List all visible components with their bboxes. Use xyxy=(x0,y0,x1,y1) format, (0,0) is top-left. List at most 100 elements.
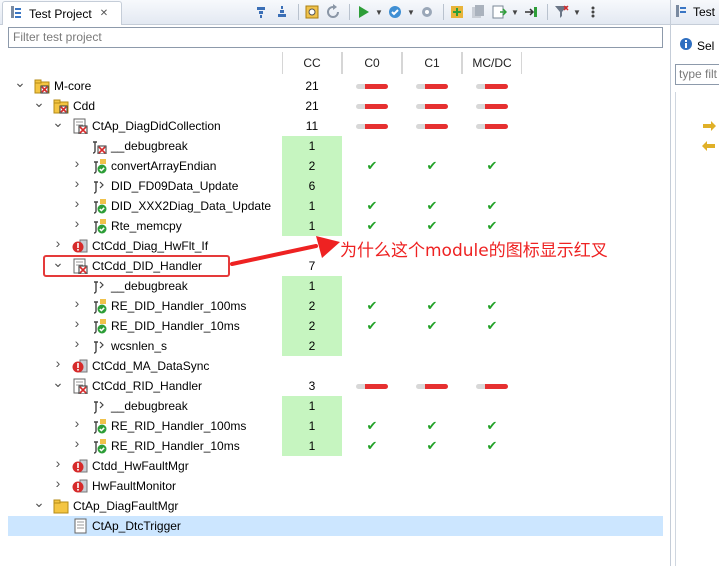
view-toolbar: ▼ ▼ ▼ ▼ xyxy=(252,3,605,21)
check-icon: ✔ xyxy=(486,318,498,333)
select-row[interactable]: Sel xyxy=(679,37,714,54)
coverage-bar xyxy=(416,83,448,89)
coverage-cell: ✔ xyxy=(402,416,462,436)
coverage-cell: ✔ xyxy=(402,216,462,236)
tree-row[interactable]: › DID_FD09Data_Update 6 xyxy=(8,176,663,196)
tree-row[interactable]: › RE_RID_Handler_100ms 1 ✔ ✔ ✔ xyxy=(8,416,663,436)
file-error-icon xyxy=(72,118,88,135)
module-error-icon xyxy=(72,458,88,474)
close-tab-icon[interactable]: ✕ xyxy=(100,8,108,19)
column-header-mcdc[interactable]: MC/DC xyxy=(462,52,522,74)
tree-row[interactable]: › CtCdd_MA_DataSync xyxy=(8,356,663,376)
collapse-all-icon[interactable] xyxy=(252,3,270,21)
coverage-icon[interactable] xyxy=(386,3,404,21)
right-tab-title: Test xyxy=(693,5,716,19)
tree-row-label: CtAp_DiagDidCollection xyxy=(92,119,221,133)
analyze-icon[interactable] xyxy=(303,3,321,21)
tree-row[interactable]: ⌄ CtAp_DiagFaultMgr xyxy=(8,495,663,516)
chevron-right-icon[interactable]: › xyxy=(71,416,83,430)
coverage-cell xyxy=(462,96,522,116)
coverage-cell: ✔ xyxy=(462,296,522,316)
tree-row[interactable]: › RE_DID_Handler_100ms 2 ✔ ✔ ✔ xyxy=(8,296,663,316)
tree-row[interactable]: ⌄ CtCdd_RID_Handler 3 xyxy=(8,375,663,396)
chevron-down-icon[interactable]: ⌄ xyxy=(14,75,26,89)
run-icon[interactable] xyxy=(354,3,372,21)
filter-icon[interactable] xyxy=(552,3,570,21)
chevron-right-icon[interactable]: › xyxy=(52,236,64,250)
refresh-icon[interactable] xyxy=(324,3,342,21)
tree-row[interactable]: ⌄ M-core 21 xyxy=(8,75,663,96)
column-header-cc[interactable]: CC xyxy=(282,52,342,74)
check-icon: ✔ xyxy=(366,418,378,433)
chevron-right-icon[interactable]: › xyxy=(52,476,64,490)
tree-row[interactable]: ⌄ CtAp_DiagDidCollection 11 xyxy=(8,115,663,136)
cc-value xyxy=(282,476,342,496)
tree-row[interactable]: › convertArrayEndian 2 ✔ ✔ ✔ xyxy=(8,156,663,176)
chevron-right-icon[interactable]: › xyxy=(71,296,83,310)
coverage-cell: ✔ xyxy=(342,436,402,456)
filter-dropdown-icon[interactable]: ▼ xyxy=(573,3,581,21)
chevron-right-icon[interactable]: › xyxy=(52,456,64,470)
coverage-dropdown-icon[interactable]: ▼ xyxy=(407,3,415,21)
tree-row[interactable]: › DID_XXX2Diag_Data_Update 1 ✔ ✔ ✔ xyxy=(8,196,663,216)
folder-icon xyxy=(53,498,69,514)
chevron-right-icon[interactable]: › xyxy=(71,196,83,210)
tab-test-project[interactable]: Test Project ✕ xyxy=(2,1,122,25)
tab-test-right[interactable]: Test xyxy=(671,0,719,25)
tree-row-label: RE_RID_Handler_100ms xyxy=(111,419,247,433)
export-icon[interactable] xyxy=(490,3,508,21)
tree-row[interactable]: › HwFaultMonitor xyxy=(8,476,663,496)
tree-row[interactable]: __debugbreak 1 xyxy=(8,276,663,296)
column-header-c0[interactable]: C0 xyxy=(342,52,402,74)
chevron-right-icon[interactable]: › xyxy=(71,336,83,350)
column-header-c1[interactable]: C1 xyxy=(402,52,462,74)
tree-row[interactable]: __debugbreak 1 xyxy=(8,396,663,416)
chevron-right-icon[interactable]: › xyxy=(71,316,83,330)
tree-row[interactable]: › wcsnlen_s 2 xyxy=(8,336,663,356)
chevron-right-icon[interactable]: › xyxy=(71,436,83,450)
expand-all-icon[interactable] xyxy=(273,3,291,21)
tree-row[interactable]: › Ctdd_HwFaultMgr xyxy=(8,456,663,476)
tree-row[interactable]: __debugbreak 1 xyxy=(8,136,663,156)
coverage-cell: ✔ xyxy=(462,316,522,336)
view-menu-icon[interactable] xyxy=(584,3,602,21)
chevron-right-icon[interactable]: › xyxy=(52,356,64,370)
view-tab-bar: Test Project ✕ ▼ ▼ ▼ ▼ xyxy=(0,0,670,25)
tree-row[interactable]: ⌄ Cdd 21 xyxy=(8,95,663,116)
run-dropdown-icon[interactable]: ▼ xyxy=(375,3,383,21)
tree-row-label: Ctdd_HwFaultMgr xyxy=(92,459,189,473)
cc-value: 3 xyxy=(308,379,316,393)
coverage-cell: ✔ xyxy=(462,156,522,176)
chevron-down-icon[interactable]: ⌄ xyxy=(33,95,45,109)
chevron-right-icon[interactable]: › xyxy=(71,156,83,170)
check-icon: ✔ xyxy=(486,438,498,453)
coverage-bar xyxy=(356,123,388,129)
coverage-bar xyxy=(356,83,388,89)
coverage-cell: ✔ xyxy=(462,416,522,436)
cc-value: 6 xyxy=(282,176,342,196)
cc-value xyxy=(282,496,342,516)
export-dropdown-icon[interactable]: ▼ xyxy=(511,3,519,21)
add-test-icon[interactable] xyxy=(448,3,466,21)
cc-value: 11 xyxy=(305,119,319,133)
settings-icon[interactable] xyxy=(418,3,436,21)
copy-icon[interactable] xyxy=(469,3,487,21)
coverage-bar xyxy=(476,83,508,89)
tree-row[interactable]: › RE_RID_Handler_10ms 1 ✔ ✔ ✔ xyxy=(8,436,663,456)
tree-row[interactable]: CtAp_DtcTrigger xyxy=(8,516,663,536)
tree-row-label: __debugbreak xyxy=(111,399,188,413)
chevron-right-icon[interactable]: › xyxy=(71,176,83,190)
coverage-cell xyxy=(462,76,522,96)
tree-row[interactable]: › RE_DID_Handler_10ms 2 ✔ ✔ ✔ xyxy=(8,316,663,336)
tree-row-label: __debugbreak xyxy=(111,139,188,153)
chevron-down-icon[interactable]: ⌄ xyxy=(33,495,45,509)
select-label: Sel xyxy=(697,38,715,53)
check-icon: ✔ xyxy=(426,218,438,233)
chevron-down-icon[interactable]: ⌄ xyxy=(52,115,64,129)
link-icon[interactable] xyxy=(522,3,540,21)
type-filter-input[interactable]: type filt xyxy=(675,64,719,85)
chevron-down-icon[interactable]: ⌄ xyxy=(52,375,64,389)
filter-test-project-input[interactable]: Filter test project xyxy=(8,27,663,48)
chevron-right-icon[interactable]: › xyxy=(71,216,83,230)
coverage-cell xyxy=(402,376,462,396)
